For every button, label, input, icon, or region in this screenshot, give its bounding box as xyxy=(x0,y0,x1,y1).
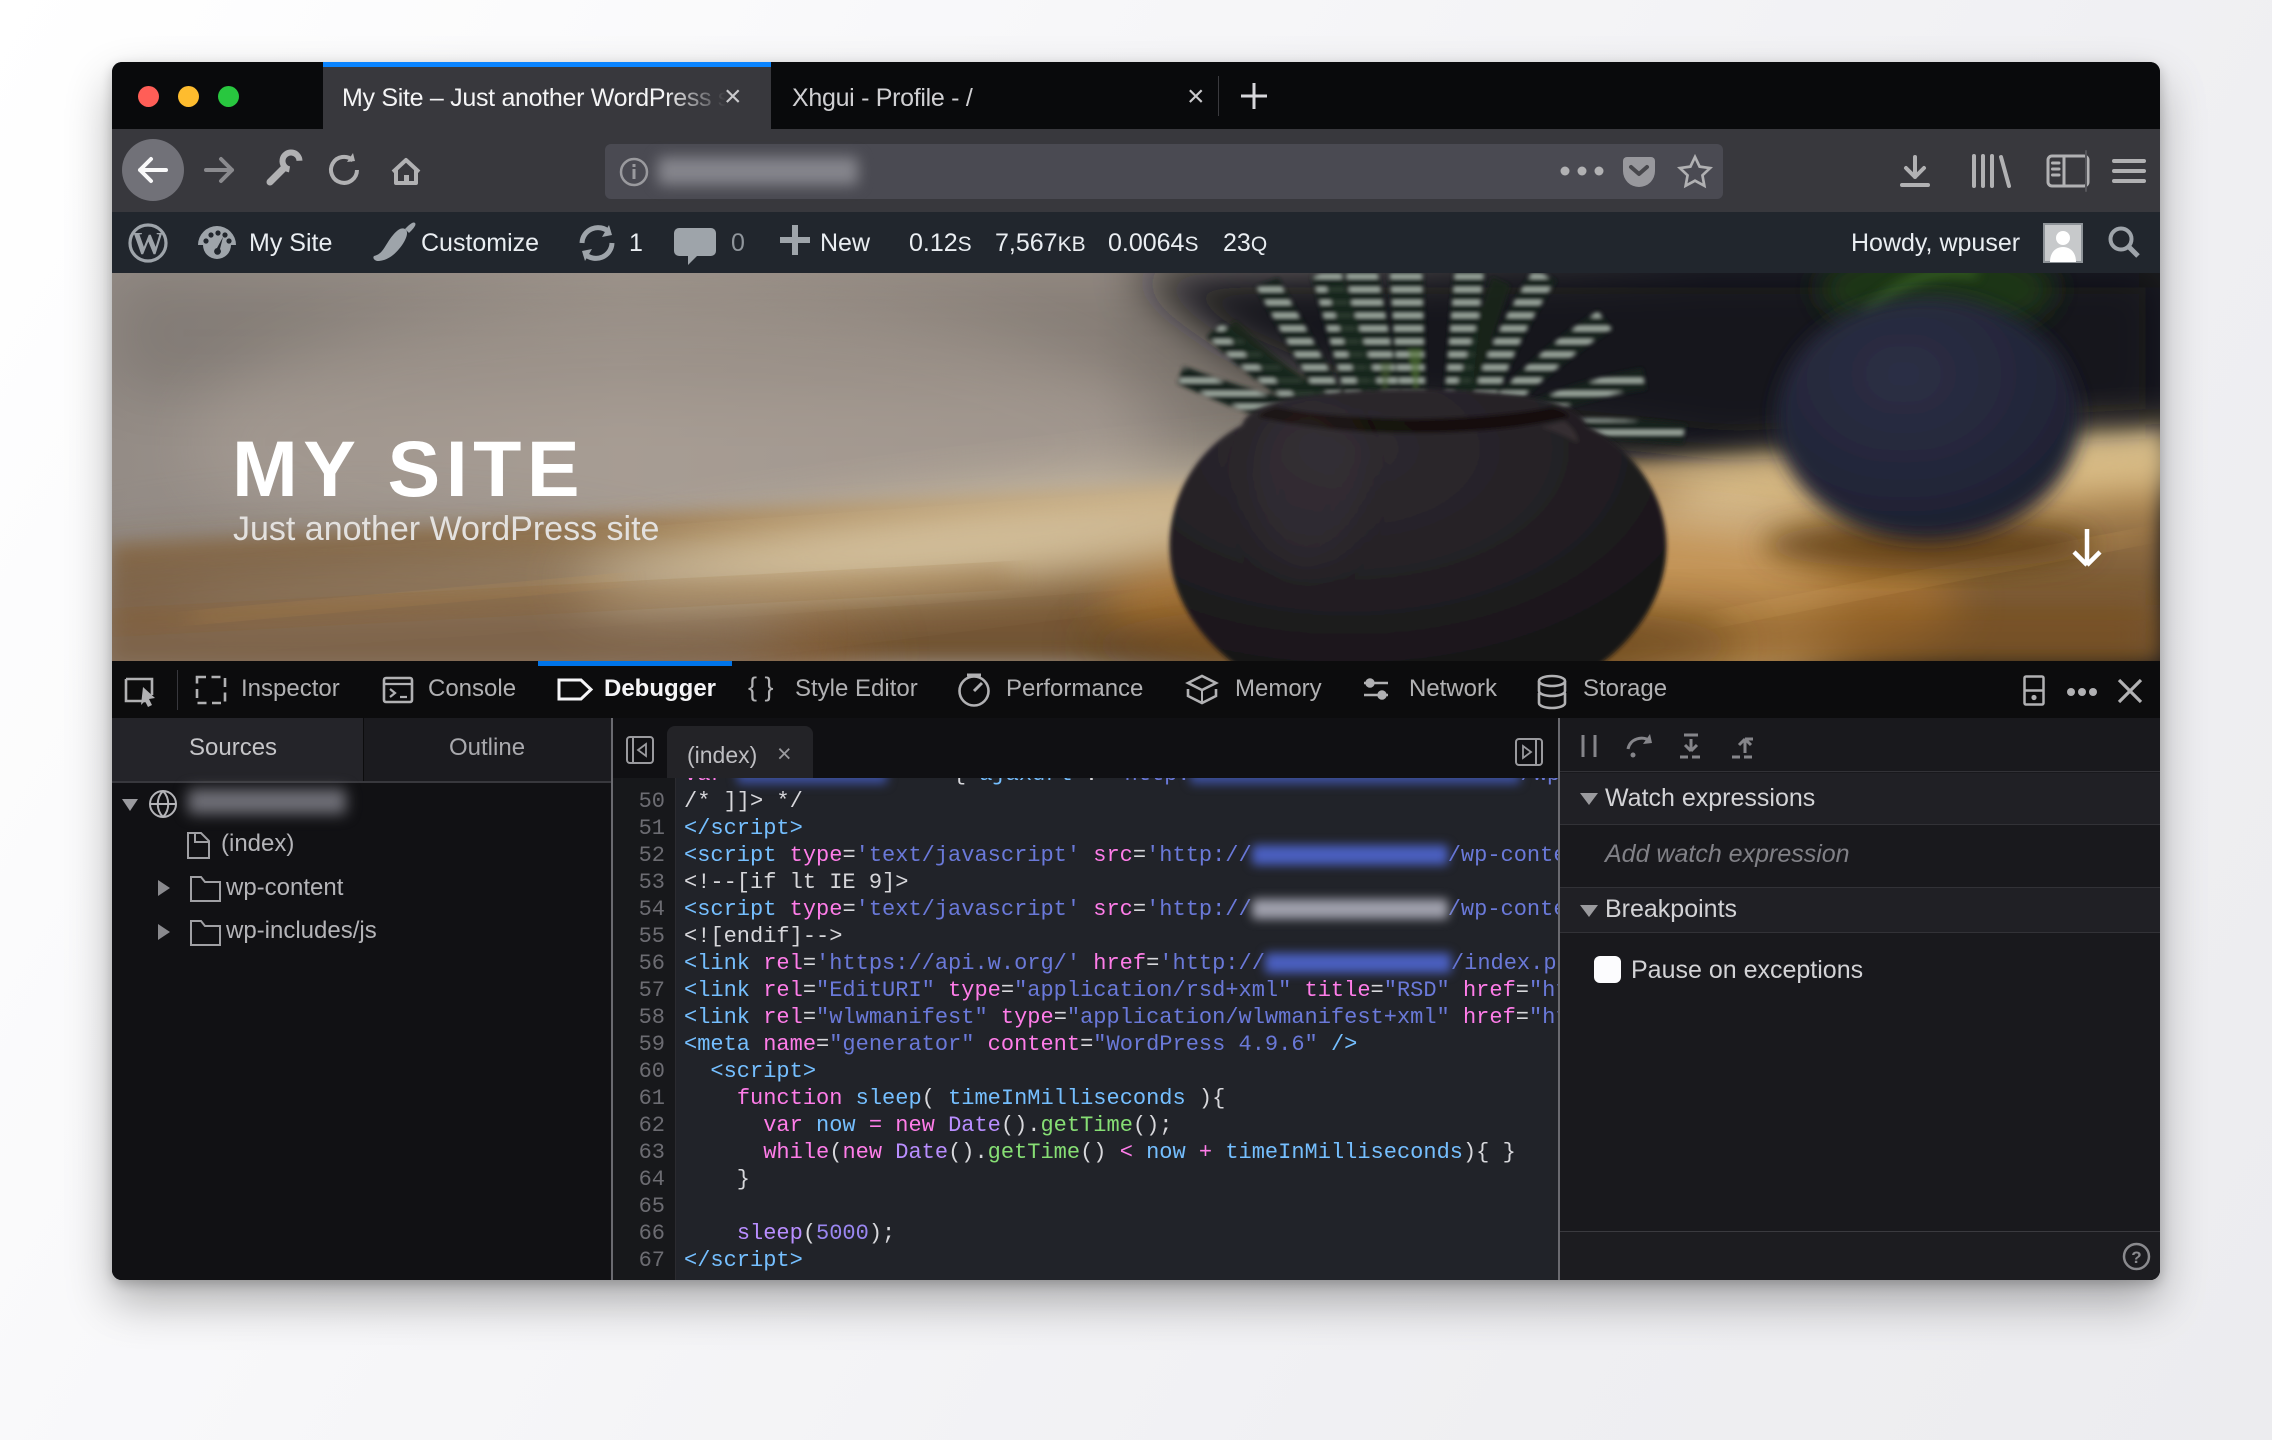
svg-text:W: W xyxy=(132,225,164,261)
svg-text:?: ? xyxy=(2131,1248,2141,1267)
